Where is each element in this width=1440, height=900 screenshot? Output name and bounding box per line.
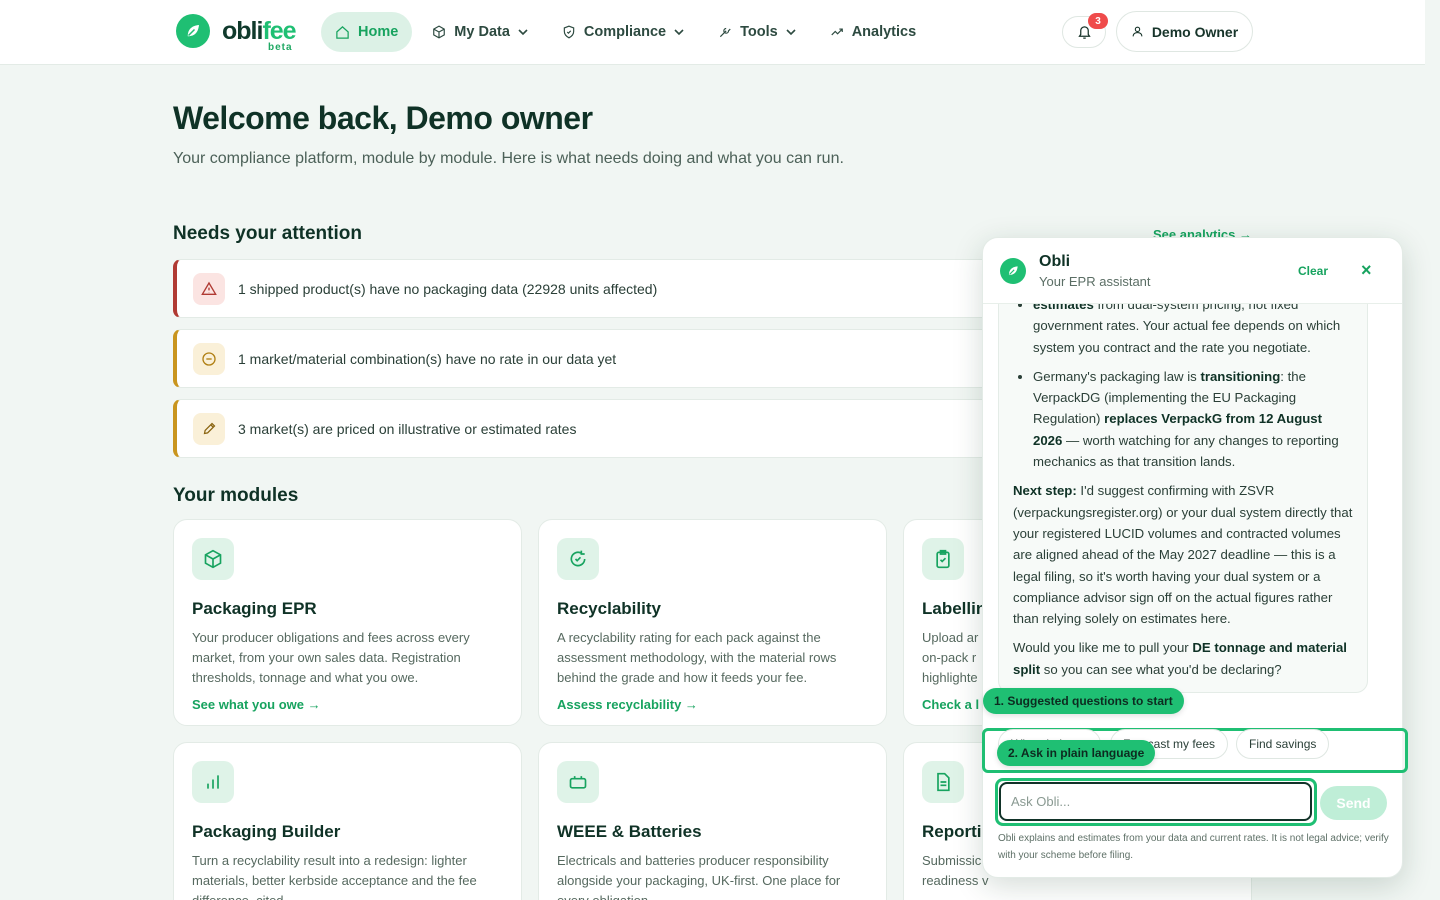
assistant-name: Obli <box>1039 253 1071 270</box>
nav-my-data[interactable]: My Data <box>418 12 542 52</box>
nav-tools[interactable]: Tools <box>704 12 810 52</box>
shield-icon <box>563 25 575 39</box>
nav-my-data-label: My Data <box>454 24 510 40</box>
bar-chart-icon <box>192 761 234 803</box>
suggestion-chip[interactable]: Find savings <box>1236 729 1330 759</box>
nav-analytics-label: Analytics <box>851 24 917 40</box>
module-desc: A recyclability rating for each pack aga… <box>557 630 837 685</box>
chevron-down-icon <box>674 29 684 36</box>
nav-home[interactable]: Home <box>321 12 413 52</box>
trend-icon <box>831 28 843 36</box>
main-nav: Home My Data Compliance Tools Analytics <box>321 12 936 52</box>
nav-analytics[interactable]: Analytics <box>816 12 930 52</box>
module-desc: Turn a recyclability result into a redes… <box>192 853 477 900</box>
text: — worth watching for any changes to repo… <box>1033 432 1339 470</box>
message-paragraph: Next step: I'd suggest confirming with Z… <box>1013 480 1353 629</box>
minus-circle-icon <box>193 342 225 375</box>
page-title: Welcome back, Demo owner <box>173 100 593 136</box>
nav-compliance-label: Compliance <box>583 24 667 40</box>
alert-item[interactable]: 1 shipped product(s) have no packaging d… <box>173 259 1013 318</box>
pencil-icon <box>193 412 225 445</box>
clipboard-icon <box>922 538 964 580</box>
message-bullet: Germany's packaging law is transitioning… <box>1033 366 1353 472</box>
module-card-recyclability[interactable]: Recyclability A recyclability rating for… <box>538 519 887 726</box>
notification-count-badge: 3 <box>1088 13 1108 29</box>
assistant-role: Your EPR assistant <box>1039 274 1151 289</box>
message-bullet: estimates from dual-system pricing, not … <box>1033 304 1353 358</box>
assistant-disclaimer: Obli explains and estimates from your da… <box>998 833 1389 861</box>
user-menu-button[interactable]: Demo Owner <box>1116 11 1253 52</box>
top-nav-bar: oblifee beta Home My Data Compliance Too… <box>0 0 1425 65</box>
text: Would you like me to pull your <box>1013 640 1193 656</box>
box-icon <box>192 538 234 580</box>
cube-icon <box>433 25 446 39</box>
logo-part-2: fee <box>262 16 296 45</box>
message-paragraph: Would you like me to pull your DE tonnag… <box>1013 637 1353 680</box>
text: I'd suggest confirming with ZSVR (verpac… <box>1013 483 1353 627</box>
user-icon <box>1132 26 1143 37</box>
message-scroll-area[interactable]: estimates from dual-system pricing, not … <box>998 304 1368 711</box>
alert-text: 1 shipped product(s) have no packaging d… <box>238 280 658 297</box>
module-card-packaging-epr[interactable]: Packaging EPR Your producer obligations … <box>173 519 522 726</box>
module-title: Packaging EPR <box>192 599 317 618</box>
module-title: Recyclability <box>557 599 661 618</box>
module-card-packaging-builder[interactable]: Packaging Builder Turn a recyclability r… <box>173 742 522 900</box>
chat-input[interactable] <box>999 782 1312 821</box>
alert-item[interactable]: 3 market(s) are priced on illustrative o… <box>173 399 1013 458</box>
send-button[interactable]: Send <box>1320 786 1387 820</box>
attention-title: Needs your attention <box>173 223 362 244</box>
module-desc: Electricals and batteries producer respo… <box>557 853 841 900</box>
module-title: Packaging Builder <box>192 822 341 841</box>
beta-tag: beta <box>268 42 293 53</box>
text: Germany's packaging law is <box>1033 368 1201 384</box>
nav-tools-label: Tools <box>740 24 778 40</box>
alert-text: 3 market(s) are priced on illustrative o… <box>238 420 577 437</box>
module-link[interactable]: Assess recyclability → <box>557 697 868 712</box>
bold-text: Next step: <box>1013 483 1077 499</box>
chevron-down-icon <box>786 29 796 36</box>
warning-icon <box>193 272 225 305</box>
battery-icon <box>557 761 599 803</box>
bold-text: estimates <box>1033 304 1094 312</box>
modules-title: Your modules <box>173 485 299 506</box>
user-name: Demo Owner <box>1151 23 1239 40</box>
page-subtitle: Your compliance platform, module by modu… <box>173 150 844 167</box>
module-desc: Your producer obligations and fees acros… <box>192 630 470 685</box>
clear-chat-button[interactable]: Clear <box>1298 264 1328 278</box>
onboarding-tip-ask: 2. Ask in plain language <box>997 740 1156 766</box>
nav-compliance[interactable]: Compliance <box>548 12 698 52</box>
text: so you can see what you'd be declaring? <box>1040 661 1282 677</box>
module-title: WEEE & Batteries <box>557 822 702 841</box>
module-link[interactable]: See what you owe → <box>192 697 503 712</box>
alert-item[interactable]: 1 market/material combination(s) have no… <box>173 329 1013 388</box>
assistant-header: Obli Your EPR assistant Clear × <box>983 238 1402 304</box>
chevron-down-icon <box>518 29 528 36</box>
message-list: estimates from dual-system pricing, not … <box>1013 304 1353 472</box>
home-icon <box>336 25 349 39</box>
assistant-message: estimates from dual-system pricing, not … <box>998 304 1368 694</box>
recycle-icon <box>557 538 599 580</box>
alert-text: 1 market/material combination(s) have no… <box>238 350 617 367</box>
onboarding-tip-suggestions: 1. Suggested questions to start <box>983 688 1184 714</box>
close-icon[interactable]: × <box>1361 260 1372 281</box>
bold-text: transitioning <box>1200 368 1281 384</box>
module-card-weee-batteries[interactable]: WEEE & Batteries Electricals and batteri… <box>538 742 887 900</box>
logo-part-1: obli <box>222 16 263 45</box>
bell-icon <box>1077 25 1091 39</box>
nav-home-label: Home <box>358 24 399 40</box>
wrench-icon <box>720 27 731 38</box>
leaf-icon <box>176 14 210 48</box>
document-icon <box>922 761 964 803</box>
leaf-icon <box>1000 258 1026 284</box>
